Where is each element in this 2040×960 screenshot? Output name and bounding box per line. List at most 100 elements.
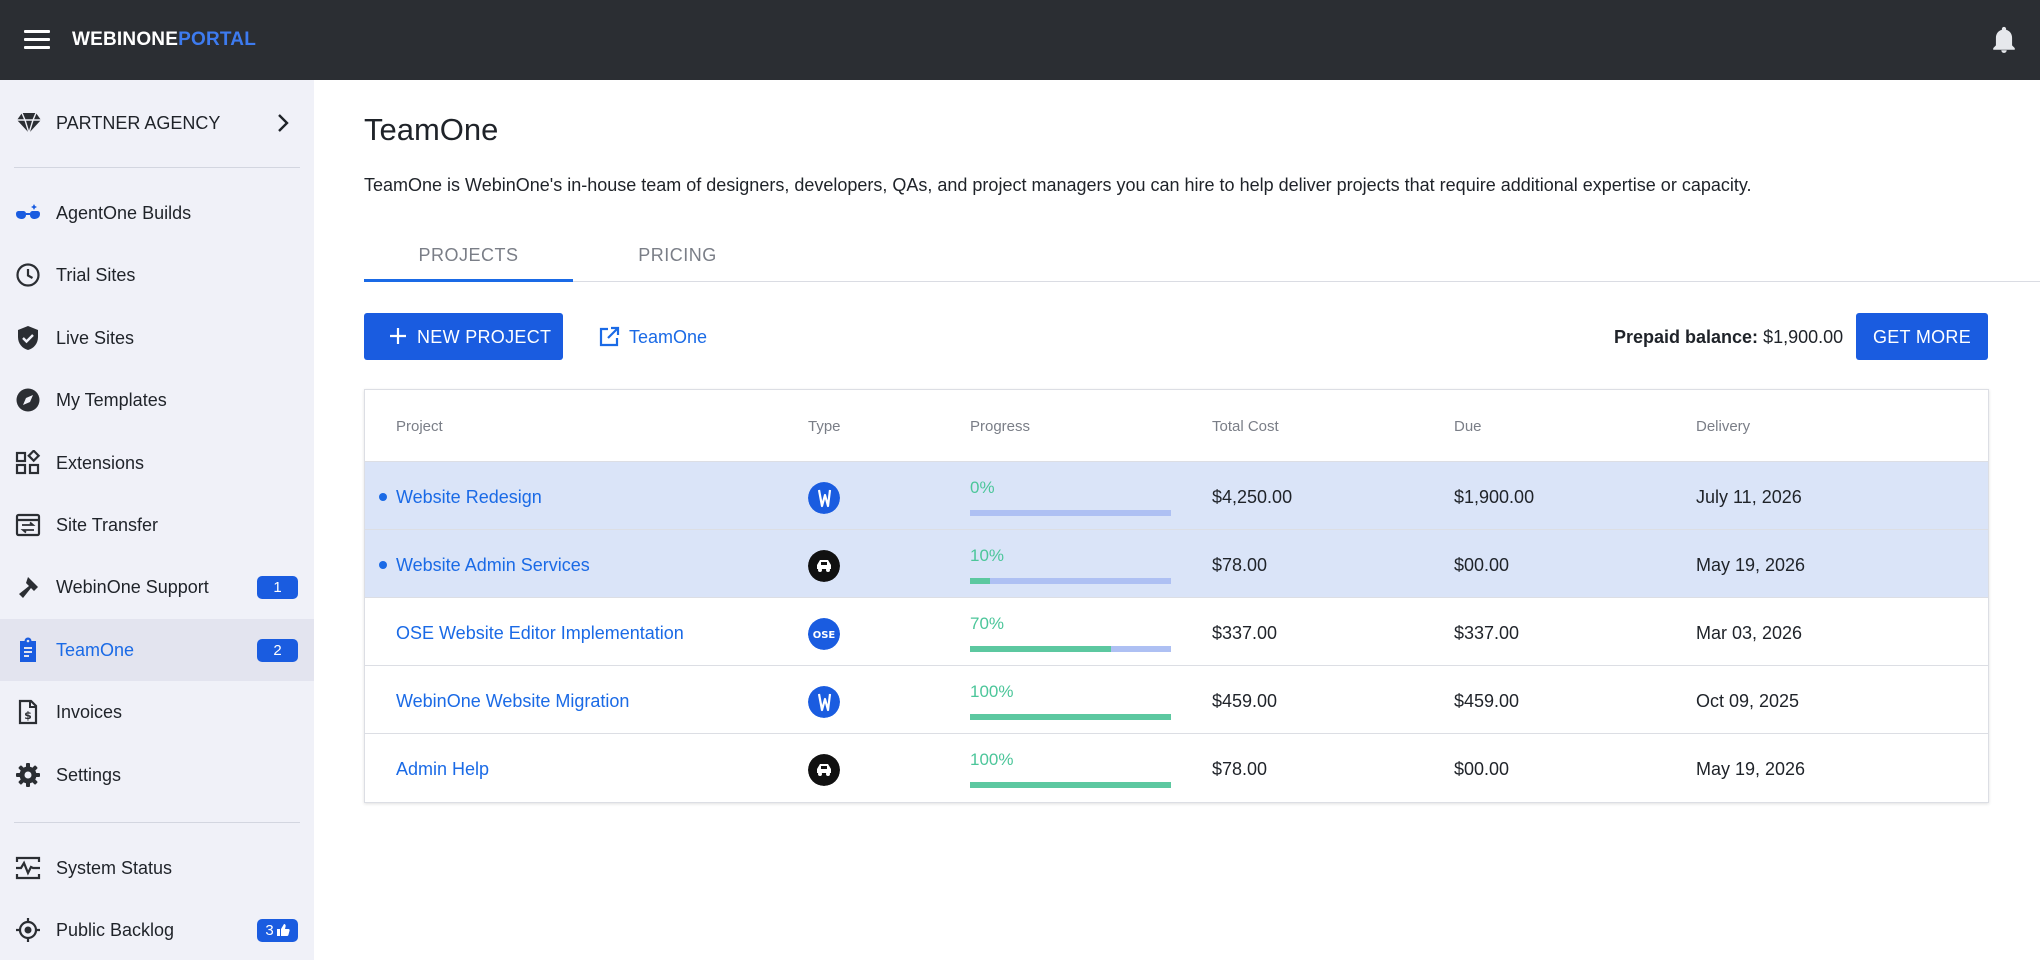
widgets-icon [15, 450, 41, 475]
app-logo[interactable]: WEBINONEPORTAL [72, 28, 256, 52]
sidebar-item-invoices[interactable]: $ Invoices [0, 681, 314, 743]
due-cell: $337.00 [1454, 623, 1520, 643]
get-more-button[interactable]: GET MORE [1856, 313, 1988, 360]
sidebar-divider [14, 167, 300, 168]
progress-bar [970, 510, 1171, 516]
column-header-type: Type [808, 418, 841, 435]
project-name-link[interactable]: Website Admin Services [396, 554, 590, 576]
page-title: TeamOne [364, 112, 499, 147]
sidebar-item-label: System Status [56, 858, 173, 878]
logo-text-portal: PORTAL [178, 29, 257, 50]
sidebar-item-label: Invoices [56, 702, 123, 722]
column-header-delivery: Delivery [1696, 418, 1751, 435]
compass-icon [16, 388, 40, 412]
admin-car-icon [808, 550, 840, 582]
sidebar-item-site-transfer[interactable]: Site Transfer [0, 494, 314, 556]
partner-agency-item[interactable]: PARTNER AGENCY [0, 80, 314, 166]
project-name-link[interactable]: Website Redesign [396, 486, 542, 508]
progress-bar [970, 578, 1171, 584]
sidebar-item-agentone-builds[interactable]: AgentOne Builds [0, 182, 314, 244]
bell-icon[interactable] [1991, 26, 2017, 54]
progress-fill [970, 782, 1171, 788]
tab-pricing[interactable]: PRICING [573, 241, 782, 281]
table-row[interactable]: Website Admin Services 10% $78.00 $00.00… [365, 529, 1988, 597]
chevron-right-icon [278, 114, 289, 132]
progress-percent: 10% [970, 546, 1005, 565]
sidebar-divider [14, 822, 300, 823]
progress-bar [970, 646, 1171, 652]
partner-agency-label: PARTNER AGENCY [56, 113, 221, 133]
unread-indicator [379, 561, 387, 569]
delivery-cell: May 19, 2026 [1696, 759, 1806, 779]
project-name-link[interactable]: OSE Website Editor Implementation [396, 622, 684, 644]
progress-percent: 100% [970, 682, 1014, 701]
sidebar-item-webinone-support[interactable]: WebinOne Support 1 [0, 556, 314, 618]
total-cost-cell: $337.00 [1212, 623, 1278, 643]
delivery-cell: Oct 09, 2025 [1696, 691, 1800, 711]
clock-icon [16, 263, 40, 287]
project-name-link[interactable]: Admin Help [396, 758, 489, 780]
sidebar-item-trial-sites[interactable]: Trial Sites [0, 244, 314, 306]
column-header-due: Due [1454, 418, 1482, 435]
sidebar: PARTNER AGENCY AgentOne Builds Trial Sit… [0, 80, 314, 960]
teamone-count-badge: 2 [257, 639, 298, 662]
sidebar-item-label: TeamOne [56, 640, 135, 660]
support-count-badge: 1 [257, 576, 298, 599]
due-cell: $459.00 [1454, 691, 1520, 711]
target-icon [16, 918, 40, 942]
progress-percent: 0% [970, 478, 995, 497]
sidebar-item-live-sites[interactable]: Live Sites [0, 307, 314, 369]
sidebar-item-label: Public Backlog [56, 920, 175, 940]
column-header-project: Project [396, 418, 443, 435]
invoice-icon: $ [18, 699, 38, 725]
plus-icon [390, 328, 406, 344]
glasses-icon [16, 204, 40, 219]
sidebar-item-label: AgentOne Builds [56, 203, 192, 223]
active-tab-indicator [364, 279, 573, 282]
sidebar-item-teamone[interactable]: TeamOne 2 [0, 619, 314, 681]
project-name-link[interactable]: WebinOne Website Migration [396, 690, 629, 712]
page-description: TeamOne is WebinOne's in-house team of d… [364, 175, 1752, 195]
progress-percent: 70% [970, 614, 1005, 633]
projects-table: Project Type Progress Total Cost Due Del… [364, 389, 1989, 803]
get-more-label: GET MORE [1872, 326, 1972, 347]
backlog-count: 3 [265, 922, 274, 939]
prepaid-balance-label: Prepaid balance: [1614, 327, 1759, 347]
progress-fill [970, 578, 991, 584]
table-row[interactable]: WebinOne Website Migration 100% $459.00 … [365, 665, 1988, 733]
transfer-icon [15, 513, 41, 537]
due-cell: $1,900.00 [1454, 487, 1535, 507]
teamone-link-label: TeamOne [629, 327, 708, 347]
thumbs-up-icon [276, 924, 290, 936]
new-project-label: NEW PROJECT [417, 327, 552, 347]
progress-percent: 100% [970, 750, 1014, 769]
sidebar-item-label: My Templates [56, 390, 167, 410]
sidebar-item-my-templates[interactable]: My Templates [0, 369, 314, 431]
shield-check-icon [18, 326, 38, 350]
tab-projects[interactable]: PROJECTS [364, 241, 573, 281]
table-row[interactable]: Website Redesign 0% $4,250.00 $1,900.00 … [365, 461, 1988, 529]
column-header-progress: Progress [970, 418, 1031, 435]
new-project-button[interactable]: NEW PROJECT [364, 313, 563, 360]
table-row[interactable]: OSE Website Editor Implementation OSE 70… [365, 597, 1988, 665]
delivery-cell: July 11, 2026 [1696, 487, 1802, 507]
hamburger-menu-icon[interactable] [24, 30, 50, 50]
delivery-cell: May 19, 2026 [1696, 555, 1806, 575]
ose-icon: OSE [808, 618, 840, 650]
sidebar-item-label: WebinOne Support [56, 577, 209, 597]
sidebar-item-system-status[interactable]: System Status [0, 837, 314, 899]
table-row[interactable]: Admin Help 100% $78.00 $00.00 May 19, 20… [365, 733, 1988, 801]
total-cost-cell: $78.00 [1212, 759, 1268, 779]
backlog-count-badge: 3 [257, 919, 298, 942]
due-cell: $00.00 [1454, 555, 1510, 575]
diamond-icon [17, 112, 41, 135]
due-cell: $00.00 [1454, 759, 1510, 779]
sidebar-item-label: Site Transfer [56, 515, 159, 535]
sidebar-item-label: Settings [56, 765, 122, 785]
sidebar-item-settings[interactable]: Settings [0, 744, 314, 806]
progress-bar [970, 714, 1171, 720]
webinone-w-icon [808, 686, 840, 718]
sidebar-item-public-backlog[interactable]: Public Backlog 3 [0, 899, 314, 960]
progress-bar [970, 782, 1171, 788]
sidebar-item-extensions[interactable]: Extensions [0, 432, 314, 494]
